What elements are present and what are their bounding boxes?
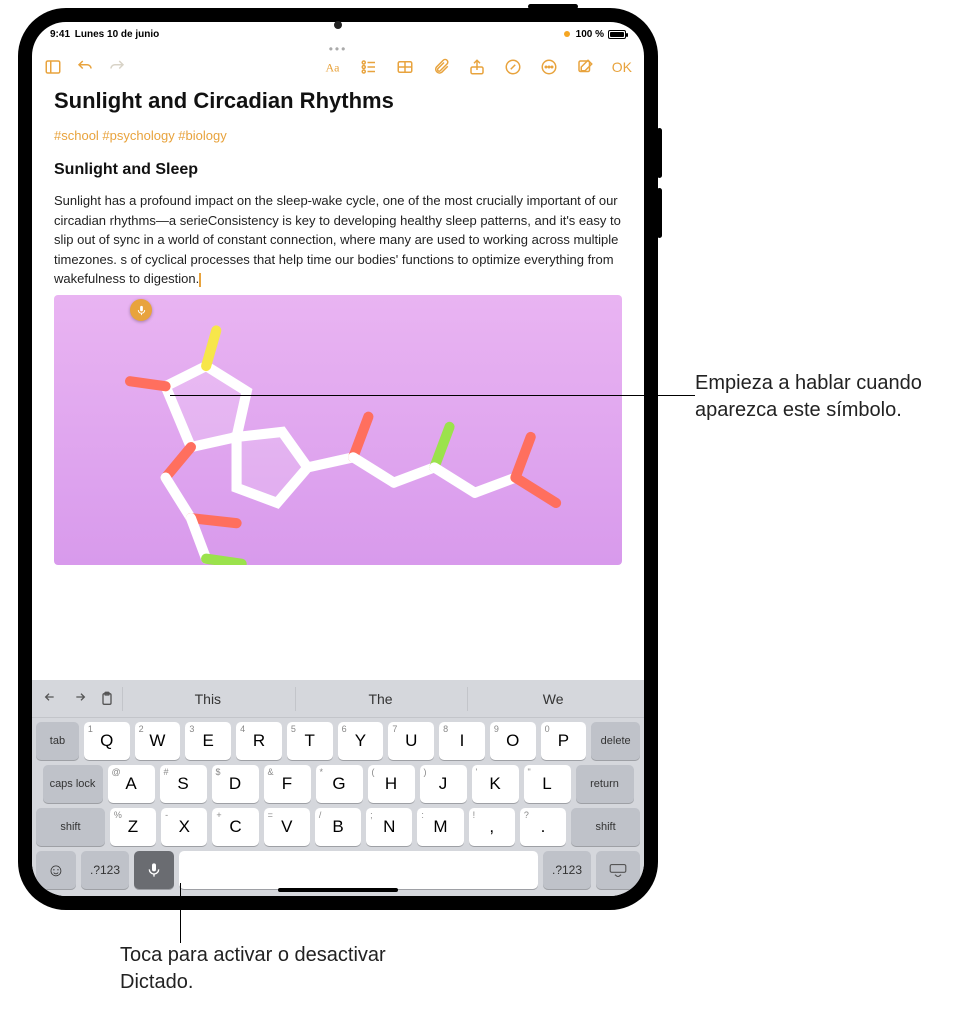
key-comma[interactable]: !, [469,808,515,846]
status-time: 9:41 [50,29,70,40]
callout-leader-2 [180,883,181,943]
ipad-frame: 9:41 Lunes 10 de junio 100 % ••• Aa [18,8,658,910]
markup-icon[interactable] [504,58,522,76]
key-numbers-left[interactable]: .?123 [81,851,129,889]
note-body[interactable]: Sunlight has a profound impact on the sl… [54,191,622,289]
key-c[interactable]: +C [212,808,258,846]
key-j[interactable]: )J [420,765,467,803]
key-hide-keyboard[interactable] [596,851,640,889]
key-dictation[interactable] [134,851,174,889]
kb-undo-icon[interactable] [38,691,64,707]
sidebar-icon[interactable] [44,58,62,76]
table-icon[interactable] [396,58,414,76]
suggestion-2[interactable]: The [295,687,466,711]
volume-down-button [657,188,662,238]
key-space[interactable] [179,851,538,889]
note-title: Sunlight and Circadian Rhythms [54,88,622,114]
redo-icon[interactable] [108,58,126,76]
attachment-icon[interactable] [432,58,450,76]
callout-leader-1 [170,395,695,396]
note-attachment-image[interactable] [54,295,622,565]
key-o[interactable]: 9O [490,722,536,760]
key-d[interactable]: $D [212,765,259,803]
key-emoji[interactable]: ☺ [36,851,76,889]
share-icon[interactable] [468,58,486,76]
key-t[interactable]: 5T [287,722,333,760]
more-icon[interactable] [540,58,558,76]
key-f[interactable]: &F [264,765,311,803]
compose-icon[interactable] [576,58,594,76]
status-date: Lunes 10 de junio [75,29,159,40]
key-k[interactable]: 'K [472,765,519,803]
key-capslock[interactable]: caps lock [43,765,103,803]
key-tab[interactable]: tab [36,722,79,760]
key-v[interactable]: =V [264,808,310,846]
key-e[interactable]: 3E [185,722,231,760]
key-y[interactable]: 6Y [338,722,384,760]
key-period[interactable]: ?. [520,808,566,846]
home-indicator[interactable] [278,888,398,892]
key-u[interactable]: 7U [388,722,434,760]
suggestion-3[interactable]: We [467,687,638,711]
kb-redo-icon[interactable] [66,691,92,707]
kb-row-1: tab 1Q 2W 3E 4R 5T 6Y 7U 8I 9O 0P delete [36,722,640,760]
front-camera [334,21,342,29]
note-tags[interactable]: #school #psychology #biology [54,128,622,143]
text-cursor [199,273,201,287]
key-a[interactable]: @A [108,765,155,803]
checklist-icon[interactable] [360,58,378,76]
key-shift-right[interactable]: shift [571,808,640,846]
key-b[interactable]: /B [315,808,361,846]
suggestion-bar: This The We [32,680,644,718]
note-subtitle: Sunlight and Sleep [54,161,622,179]
key-shift-left[interactable]: shift [36,808,105,846]
key-p[interactable]: 0P [541,722,587,760]
done-button[interactable]: OK [612,59,632,75]
kb-row-3: shift %Z -X +C =V /B ;N :M !, ?. shift [36,808,640,846]
dictation-indicator-icon [130,299,152,321]
keyboard: This The We tab 1Q 2W 3E 4R 5T 6Y 7U 8I … [32,680,644,896]
location-indicator-icon [564,31,570,37]
text-format-icon[interactable]: Aa [324,58,342,76]
multitask-dots-icon[interactable]: ••• [32,42,644,52]
battery-icon [608,30,626,39]
molecule-illustration [54,295,622,565]
key-h[interactable]: (H [368,765,415,803]
kb-row-4: ☺ .?123 .?123 [36,851,640,889]
key-w[interactable]: 2W [135,722,181,760]
volume-up-button [657,128,662,178]
note-content[interactable]: Sunlight and Circadian Rhythms #school #… [32,82,644,680]
key-delete[interactable]: delete [591,722,640,760]
key-i[interactable]: 8I [439,722,485,760]
key-r[interactable]: 4R [236,722,282,760]
notes-toolbar: Aa OK [32,52,644,82]
key-numbers-right[interactable]: .?123 [543,851,591,889]
key-q[interactable]: 1Q [84,722,130,760]
note-body-text: Sunlight has a profound impact on the sl… [54,193,621,286]
kb-row-2: caps lock @A #S $D &F *G (H )J 'K "L ret… [36,765,640,803]
svg-text:Aa: Aa [325,61,340,75]
key-m[interactable]: :M [417,808,463,846]
kb-clipboard-icon[interactable] [94,691,120,707]
key-g[interactable]: *G [316,765,363,803]
battery-percent: 100 % [576,29,604,40]
key-s[interactable]: #S [160,765,207,803]
key-x[interactable]: -X [161,808,207,846]
suggestion-1[interactable]: This [122,687,293,711]
key-return[interactable]: return [576,765,634,803]
callout-speak: Empieza a hablar cuando aparezca este sí… [695,370,955,424]
screen: 9:41 Lunes 10 de junio 100 % ••• Aa [32,22,644,896]
callout-dictate: Toca para activar o desactivar Dictado. [120,942,420,996]
key-z[interactable]: %Z [110,808,156,846]
power-button [528,4,578,9]
key-l[interactable]: "L [524,765,571,803]
key-n[interactable]: ;N [366,808,412,846]
undo-icon[interactable] [76,58,94,76]
